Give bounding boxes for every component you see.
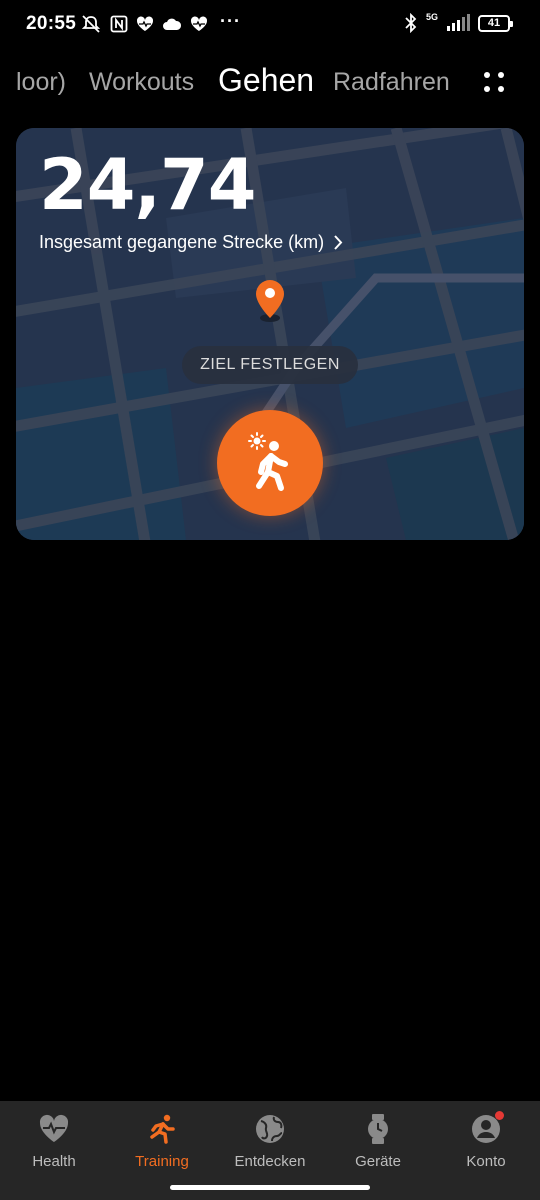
running-icon <box>150 1114 175 1144</box>
walking-card: 24,74 Insgesamt gegangene Strecke (km) Z… <box>16 128 524 540</box>
nfc-icon <box>110 15 128 33</box>
mute-icon <box>81 15 101 33</box>
nav-konto[interactable]: Konto <box>432 1101 540 1191</box>
nav-training[interactable]: Training <box>108 1101 216 1191</box>
network-type: 5G <box>425 12 438 22</box>
globe-icon <box>256 1115 284 1143</box>
heart-icon <box>136 16 154 31</box>
walking-icon <box>248 432 288 491</box>
more-icon[interactable] <box>480 66 510 96</box>
signal-icon <box>447 14 470 31</box>
status-bar: 20:55 ··· 5G 41 <box>0 0 540 50</box>
total-distance-value: 24,74 <box>39 144 256 226</box>
nav-label: Entdecken <box>234 1153 306 1170</box>
total-distance-link[interactable]: Insgesamt gegangene Strecke (km) <box>39 232 343 253</box>
status-time: 20:55 <box>26 13 77 34</box>
total-distance-label: Insgesamt gegangene Strecke (km) <box>39 232 325 252</box>
chevron-right-icon <box>334 235 343 250</box>
notification-dot <box>495 1111 504 1120</box>
battery-level: 41 <box>487 16 501 29</box>
nav-label: Health <box>32 1153 76 1170</box>
nav-entdecken[interactable]: Entdecken <box>216 1101 324 1191</box>
heart-icon <box>39 1114 69 1142</box>
nav-health[interactable]: Health <box>0 1101 108 1191</box>
battery-indicator: 41 <box>478 14 513 32</box>
bluetooth-icon <box>405 13 417 33</box>
more-dots-icon: ··· <box>220 10 241 31</box>
status-notification-icons: ··· <box>80 10 241 34</box>
tab-indoor[interactable]: loor) <box>16 68 66 97</box>
start-walking-button[interactable] <box>217 410 323 516</box>
status-system-icons: 5G 41 <box>404 12 513 33</box>
nav-label: Geräte <box>355 1153 401 1170</box>
tab-workouts[interactable]: Workouts <box>89 68 194 97</box>
heart-icon <box>190 16 208 31</box>
nav-geraete[interactable]: Geräte <box>324 1101 432 1191</box>
nav-label: Konto <box>466 1153 506 1170</box>
set-goal-button[interactable]: ZIEL FESTLEGEN <box>182 346 358 384</box>
screen: 20:55 ··· 5G 41 loor) Workouts Gehen Rad… <box>0 0 540 1200</box>
watch-icon <box>368 1114 388 1144</box>
nav-label: Training <box>135 1153 189 1170</box>
tab-radfahren[interactable]: Radfahren <box>333 68 450 97</box>
location-pin-icon <box>256 280 284 322</box>
home-indicator[interactable] <box>170 1185 370 1190</box>
tab-gehen[interactable]: Gehen <box>218 62 314 99</box>
sport-tabs: loor) Workouts Gehen Radfahren <box>0 56 540 112</box>
cloud-icon <box>163 18 182 30</box>
